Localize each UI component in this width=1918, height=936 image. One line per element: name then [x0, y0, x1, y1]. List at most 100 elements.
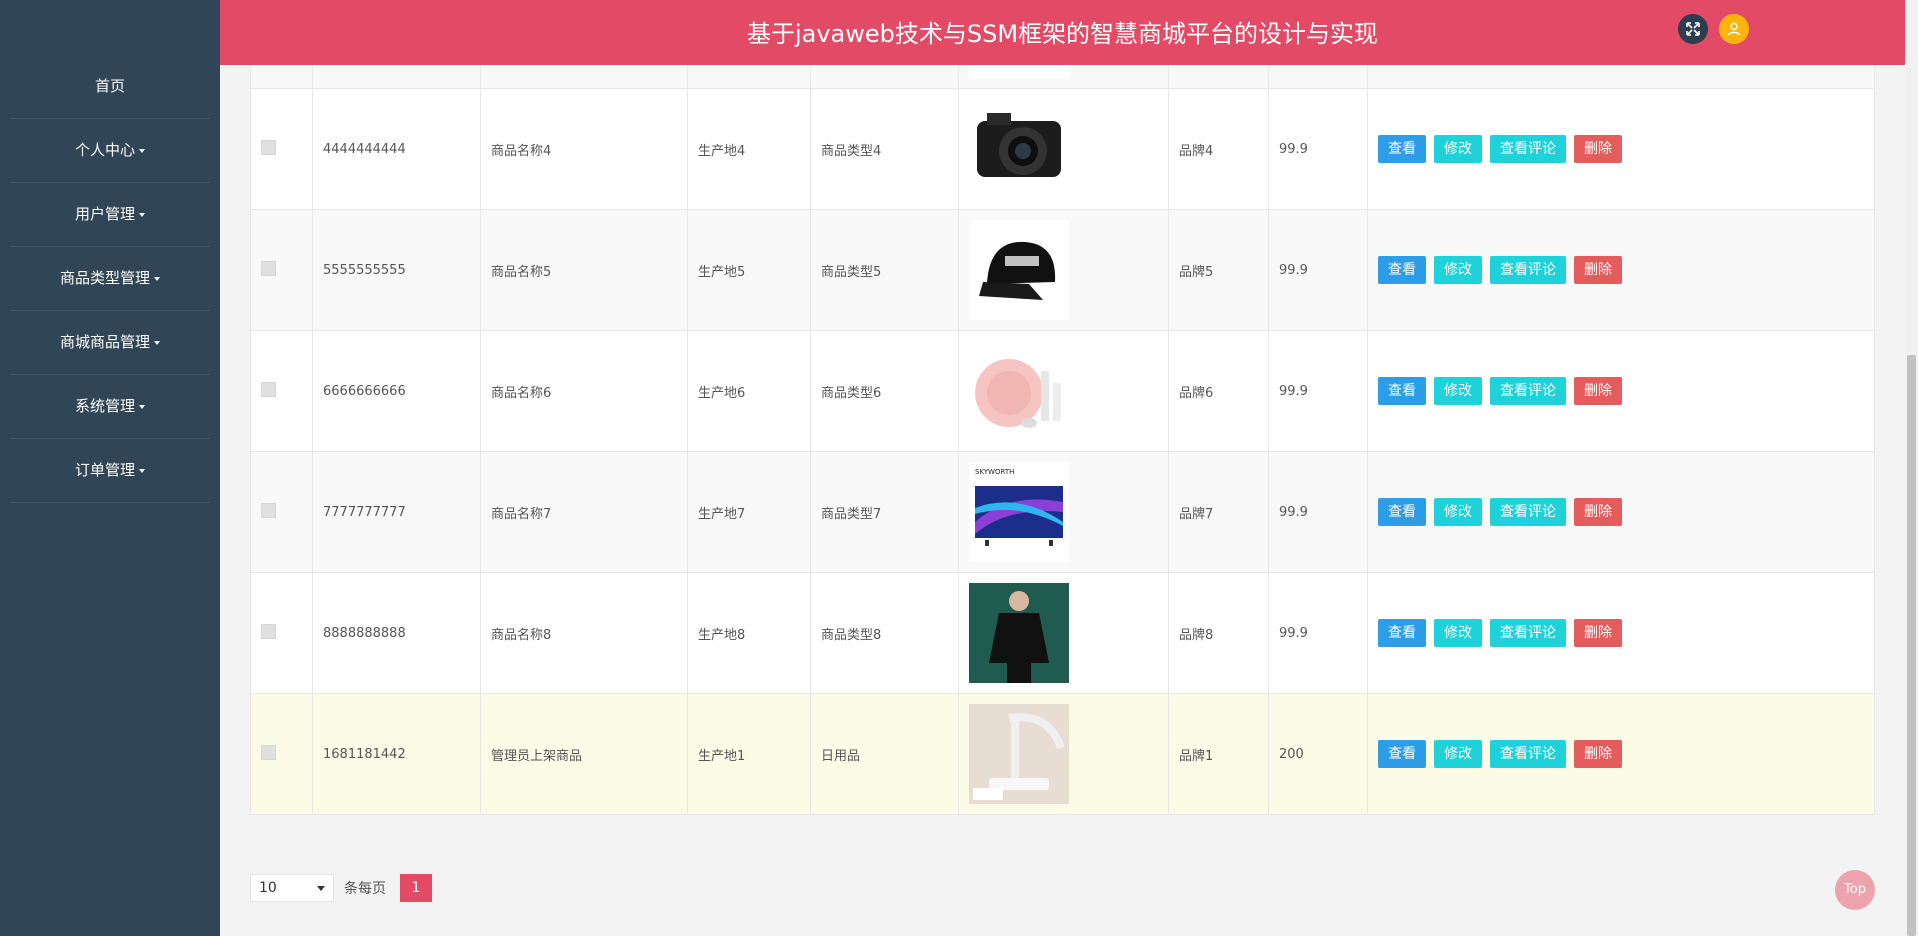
product-brand: 品牌7: [1168, 451, 1269, 573]
delete-button[interactable]: 删除: [1574, 619, 1622, 647]
view-comments-button[interactable]: 查看评论: [1490, 135, 1566, 163]
caret-down-icon: [139, 148, 145, 153]
delete-button[interactable]: 删除: [1574, 740, 1622, 768]
row-actions: 查看修改查看评论删除: [1367, 451, 1875, 573]
page-size-select[interactable]: 10: [250, 874, 334, 902]
view-button[interactable]: 查看: [1378, 256, 1426, 284]
row-select-cell: [250, 451, 313, 573]
view-button[interactable]: 查看: [1378, 135, 1426, 163]
product-brand: 品牌1: [1168, 693, 1269, 815]
view-comments-button[interactable]: 查看评论: [1490, 256, 1566, 284]
sidebar-item-label: 商城商品管理: [59, 333, 150, 351]
delete-button[interactable]: 删除: [1574, 377, 1622, 405]
view-comments-button[interactable]: 查看评论: [1490, 740, 1566, 768]
sidebar-item-2[interactable]: 用户管理: [10, 183, 210, 247]
row-select-cell: [250, 693, 313, 815]
sidebar-item-label: 首页: [94, 77, 125, 95]
page-title: 基于javaweb技术与SSM框架的智慧商城平台的设计与实现: [746, 20, 1379, 48]
product-origin: 生产地8: [687, 572, 811, 694]
product-code: 7777777777: [312, 451, 481, 573]
product-image: [969, 220, 1069, 320]
sidebar-item-3[interactable]: 商品类型管理: [10, 247, 210, 311]
row-actions: 查看修改查看评论删除: [1367, 330, 1875, 452]
scrollbar[interactable]: [1905, 0, 1918, 936]
caret-down-icon: [154, 340, 160, 345]
svg-text:SKYWORTH: SKYWORTH: [975, 468, 1014, 476]
delete-button[interactable]: 删除: [1574, 256, 1622, 284]
row-checkbox[interactable]: [261, 139, 276, 155]
sidebar-item-5[interactable]: 系统管理: [10, 375, 210, 439]
edit-button[interactable]: 修改: [1434, 498, 1482, 526]
product-table-wrap: 3333333333商品名称3生产地3商品类型3品牌399.9查看修改查看评论删…: [250, 0, 1875, 815]
view-comments-button[interactable]: 查看评论: [1490, 619, 1566, 647]
product-name: 商品名称5: [480, 209, 688, 331]
sidebar-item-label: 系统管理: [74, 397, 135, 415]
row-select-cell: [250, 330, 313, 452]
sidebar-item-0[interactable]: 首页: [10, 55, 210, 119]
delete-button[interactable]: 删除: [1574, 498, 1622, 526]
product-origin: 生产地7: [687, 451, 811, 573]
fullscreen-button[interactable]: [1678, 14, 1708, 44]
edit-button[interactable]: 修改: [1434, 619, 1482, 647]
sidebar-item-6[interactable]: 订单管理: [10, 439, 210, 503]
product-name: 商品名称8: [480, 572, 688, 694]
product-type: 日用品: [810, 693, 959, 815]
product-code: 5555555555: [312, 209, 481, 331]
product-price: 99.9: [1268, 88, 1368, 210]
product-code: 8888888888: [312, 572, 481, 694]
product-price: 99.9: [1268, 451, 1368, 573]
product-origin: 生产地6: [687, 330, 811, 452]
row-checkbox[interactable]: [261, 744, 276, 760]
page-size-value: 10: [259, 880, 277, 896]
back-to-top-button[interactable]: Top: [1835, 870, 1875, 910]
header-bar: 基于javaweb技术与SSM框架的智慧商城平台的设计与实现: [220, 0, 1905, 65]
row-actions: 查看修改查看评论删除: [1367, 693, 1875, 815]
sidebar-item-1[interactable]: 个人中心: [10, 119, 210, 183]
caret-down-icon: [139, 468, 145, 473]
user-button[interactable]: [1719, 14, 1749, 44]
sidebar-item-4[interactable]: 商城商品管理: [10, 311, 210, 375]
view-button[interactable]: 查看: [1378, 377, 1426, 405]
caret-down-icon: [154, 276, 160, 281]
row-checkbox[interactable]: [261, 623, 276, 639]
product-image-cell: [958, 209, 1169, 331]
product-code: 4444444444: [312, 88, 481, 210]
delete-button[interactable]: 删除: [1574, 135, 1622, 163]
table-row: 5555555555 商品名称5 生产地5 商品类型5 品牌5 99.9 查看 修改 查看评论删…: [250, 209, 1875, 331]
product-name: 管理员上架商品: [480, 693, 688, 815]
view-button[interactable]: 查看: [1378, 619, 1426, 647]
scrollbar-thumb[interactable]: [1907, 355, 1916, 936]
row-actions: 查看修改查看评论删除: [1367, 209, 1875, 331]
view-comments-button[interactable]: 查看评论: [1490, 498, 1566, 526]
product-type: 商品类型5: [810, 209, 959, 331]
page-number-button[interactable]: 1: [400, 874, 432, 902]
product-name: 商品名称7: [480, 451, 688, 573]
pagination: 10 条每页 1: [250, 873, 432, 903]
sidebar: 首页个人中心 用户管理商品类型管理 商城商品管理 系统管理订单管理: [0, 0, 220, 936]
product-origin: 生产地1: [687, 693, 811, 815]
table-row: 7777777777 商品名称7 生产地7 商品类型7 SKYWORTH 品牌7 99.9 查…: [250, 451, 1875, 573]
view-button[interactable]: 查看: [1378, 740, 1426, 768]
row-checkbox[interactable]: [261, 502, 276, 518]
edit-button[interactable]: 修改: [1434, 256, 1482, 284]
product-image: SKYWORTH: [969, 462, 1069, 562]
table-row: 4444444444 商品名称4 生产地4 商品类型4 品牌4 99.9 查看 修改 查看评论删…: [250, 88, 1875, 210]
product-brand: 品牌5: [1168, 209, 1269, 331]
sidebar-menu: 首页个人中心 用户管理商品类型管理 商城商品管理 系统管理订单管理: [0, 0, 220, 503]
edit-button[interactable]: 修改: [1434, 377, 1482, 405]
product-image-cell: SKYWORTH: [958, 451, 1169, 573]
row-checkbox[interactable]: [261, 381, 276, 397]
product-price: 99.9: [1268, 209, 1368, 331]
edit-button[interactable]: 修改: [1434, 135, 1482, 163]
product-image-cell: [958, 693, 1169, 815]
table-row: 8888888888 商品名称8 生产地8 商品类型8 品牌8 99.9 查看 修改 查看评论删…: [250, 572, 1875, 694]
edit-button[interactable]: 修改: [1434, 740, 1482, 768]
view-button[interactable]: 查看: [1378, 498, 1426, 526]
table-row: 1681181442 管理员上架商品 生产地1 日用品 品牌1 200 查看 修改 查看评论 删除: [250, 693, 1875, 815]
sidebar-item-label: 商品类型管理: [59, 269, 150, 287]
view-comments-button[interactable]: 查看评论: [1490, 377, 1566, 405]
product-price: 99.9: [1268, 572, 1368, 694]
per-page-label: 条每页: [344, 881, 386, 897]
row-checkbox[interactable]: [261, 260, 276, 276]
product-image: [969, 341, 1069, 441]
